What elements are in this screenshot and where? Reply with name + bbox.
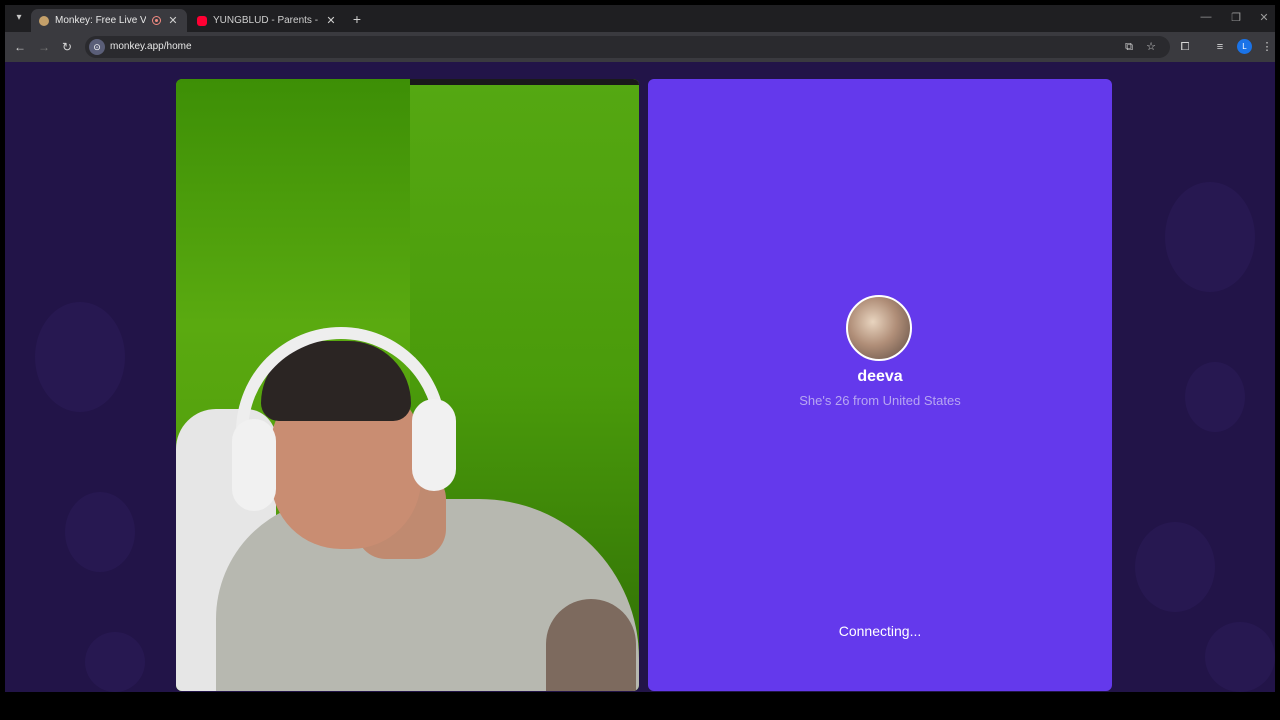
person-arm xyxy=(546,599,636,691)
tab-title: YUNGBLUD - Parents - YouTub xyxy=(213,15,319,26)
connection-status: Connecting... xyxy=(838,623,922,639)
tab-search-icon[interactable]: ▾ xyxy=(11,10,27,26)
tab-strip: ▾ Monkey: Free Live Video Ch ✕ YUNGBLUD … xyxy=(5,5,1275,32)
media-controls-icon[interactable]: ≡ xyxy=(1212,39,1228,55)
back-button[interactable]: ← xyxy=(12,39,28,55)
close-window-icon[interactable]: ✕ xyxy=(1257,11,1271,24)
close-tab-icon[interactable]: ✕ xyxy=(325,14,337,27)
browser-toolbar: ← → ↻ ⊙ monkey.app/home ⧉ ☆ ⧠ ≡ L ⋮ xyxy=(5,32,1275,62)
minimize-icon[interactable]: — xyxy=(1199,11,1213,23)
monkey-icon xyxy=(39,15,49,26)
background-blob xyxy=(1165,182,1255,292)
recording-icon xyxy=(152,16,161,25)
bookmark-star-icon[interactable]: ☆ xyxy=(1144,40,1158,54)
self-camera-video xyxy=(176,79,639,691)
site-info-icon[interactable]: ⊙ xyxy=(89,39,105,55)
background-blob xyxy=(1205,622,1275,692)
reload-button[interactable]: ↻ xyxy=(59,39,75,55)
peer-info: She's 26 from United States xyxy=(799,393,961,408)
monkey-page: deeva She's 26 from United States Connec… xyxy=(5,62,1275,692)
headphones-left-cup xyxy=(232,419,276,511)
close-tab-icon[interactable]: ✕ xyxy=(167,14,179,27)
background-blob xyxy=(1135,522,1215,612)
address-bar[interactable]: ⊙ monkey.app/home ⧉ ☆ xyxy=(85,36,1170,58)
tab-title: Monkey: Free Live Video Ch xyxy=(55,15,146,26)
peer-video-panel: deeva She's 26 from United States Connec… xyxy=(648,79,1112,691)
peer-avatar xyxy=(846,295,912,361)
extensions-icon[interactable]: ⧠ xyxy=(1177,39,1193,55)
tab-monkey[interactable]: Monkey: Free Live Video Ch ✕ xyxy=(31,9,187,32)
green-screen-edge xyxy=(410,79,639,85)
background-blob xyxy=(65,492,135,572)
url-text[interactable]: monkey.app/home xyxy=(110,41,192,52)
browser-window: ▾ Monkey: Free Live Video Ch ✕ YUNGBLUD … xyxy=(5,5,1275,692)
forward-button[interactable]: → xyxy=(36,39,52,55)
install-app-icon[interactable]: ⧉ xyxy=(1122,40,1136,54)
menu-icon[interactable]: ⋮ xyxy=(1259,39,1275,55)
new-tab-button[interactable]: + xyxy=(349,11,365,27)
tab-youtube[interactable]: YUNGBLUD - Parents - YouTub ✕ xyxy=(189,9,345,32)
peer-name: deeva xyxy=(857,368,903,385)
background-blob xyxy=(1185,362,1245,432)
restore-icon[interactable]: ❐ xyxy=(1229,11,1243,24)
profile-avatar[interactable]: L xyxy=(1237,39,1252,54)
background-blob xyxy=(35,302,125,412)
youtube-icon xyxy=(197,15,207,26)
background-blob xyxy=(85,632,145,692)
headphones-right-cup xyxy=(412,399,456,491)
